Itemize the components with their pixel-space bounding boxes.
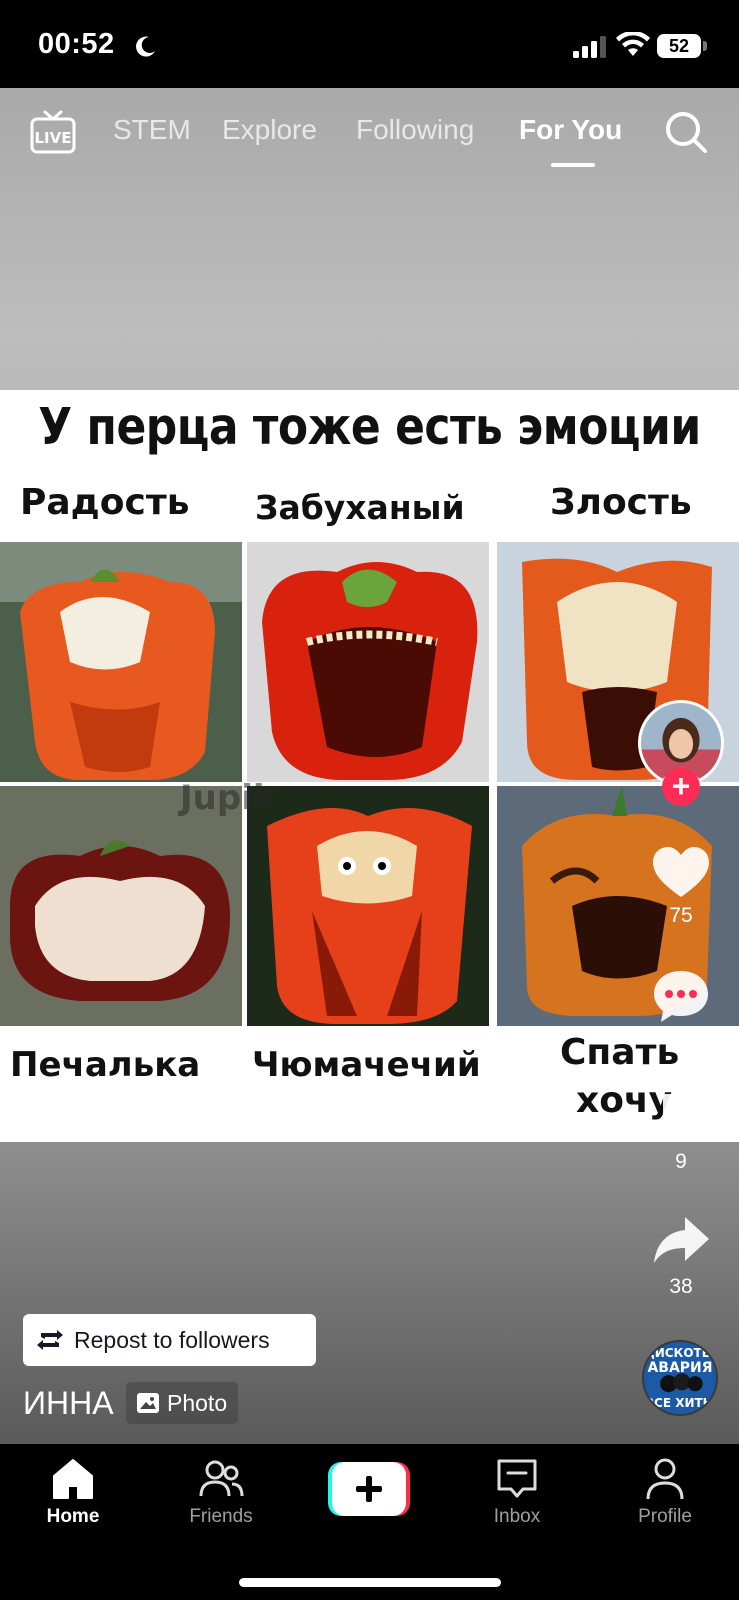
wifi-icon: [616, 32, 650, 56]
search-icon[interactable]: [664, 110, 708, 154]
tab-following[interactable]: Following: [356, 114, 474, 146]
top-navigation: LIVE STEM Explore Following For You: [0, 88, 739, 178]
repost-button[interactable]: Repost to followers: [23, 1314, 316, 1366]
status-time: 00:52: [38, 28, 115, 60]
like-count: 75: [669, 904, 693, 927]
share-icon[interactable]: [651, 1213, 711, 1269]
image-label-drunk: Забуханый: [255, 488, 465, 527]
pepper-photo-joy: [0, 542, 242, 782]
battery-tip: [703, 41, 707, 51]
tab-profile-label: Profile: [638, 1506, 692, 1527]
battery-indicator: 52: [657, 34, 701, 58]
image-label-sadness: Печалька: [10, 1045, 201, 1085]
image-watermark: Jupik: [180, 778, 276, 818]
active-tab-indicator: [551, 163, 595, 167]
photo-mode-label: Photo: [167, 1389, 228, 1416]
tab-home[interactable]: Home: [13, 1456, 133, 1528]
creator-username[interactable]: ИННА: [23, 1385, 114, 1422]
pepper-photo-drunk: [247, 542, 489, 782]
cellular-signal-icon: [573, 36, 606, 58]
share-count: 38: [669, 1275, 693, 1298]
follow-button[interactable]: +: [662, 768, 700, 806]
bottom-tab-bar: Home Friends Inbox Profile: [0, 1444, 739, 1600]
image-label-anger: Злость: [550, 482, 692, 523]
music-disc[interactable]: ДИСКОТЕКА АВАРИЯ ВСЕ ХИТЫ: [642, 1340, 718, 1416]
home-icon: [53, 1459, 93, 1499]
tab-friends-label: Friends: [189, 1506, 253, 1527]
music-disc-line-2: АВАРИЯ: [647, 1360, 713, 1376]
inbox-icon: [497, 1459, 537, 1498]
tab-friends[interactable]: Friends: [161, 1456, 281, 1528]
pepper-photo-goofy: [247, 786, 489, 1026]
save-count: 9: [675, 1150, 687, 1173]
tab-for-you[interactable]: For You: [519, 114, 622, 146]
create-button[interactable]: [328, 1462, 410, 1516]
music-disc-line-1: ДИСКОТЕКА: [644, 1346, 716, 1360]
image-label-joy: Радость: [20, 482, 190, 523]
comment-count: 18: [669, 1027, 693, 1050]
live-icon[interactable]: LIVE: [30, 110, 76, 154]
tab-profile[interactable]: Profile: [605, 1456, 725, 1528]
tab-inbox[interactable]: Inbox: [457, 1456, 577, 1528]
tab-inbox-label: Inbox: [493, 1506, 541, 1527]
moon-icon: [136, 36, 155, 57]
status-bar: 00:52 52: [0, 0, 739, 88]
bookmark-icon[interactable]: [651, 1090, 711, 1146]
live-label: LIVE: [35, 129, 72, 147]
tab-home-label: Home: [46, 1506, 100, 1527]
comment-icon[interactable]: [651, 968, 711, 1024]
friends-icon: [199, 1460, 244, 1497]
tab-explore[interactable]: Explore: [222, 114, 317, 146]
photo-mode-badge[interactable]: Photo: [126, 1382, 239, 1424]
profile-icon: [646, 1458, 684, 1500]
image-icon: [137, 1393, 159, 1413]
repost-icon: [37, 1330, 63, 1350]
tab-stem[interactable]: STEM: [113, 114, 191, 146]
music-disc-line-3: ВСЕ ХИТЫ: [644, 1396, 716, 1410]
home-indicator[interactable]: [239, 1578, 501, 1587]
repost-label: Repost to followers: [74, 1326, 270, 1353]
heart-icon[interactable]: [651, 845, 711, 901]
image-title-text: У перца тоже есть эмоции: [38, 398, 701, 457]
image-label-goofy: Чюмачечий: [252, 1045, 481, 1085]
pepper-photo-sad: [0, 786, 242, 1026]
post-image[interactable]: У перца тоже есть эмоции Радость Забухан…: [0, 390, 739, 1142]
